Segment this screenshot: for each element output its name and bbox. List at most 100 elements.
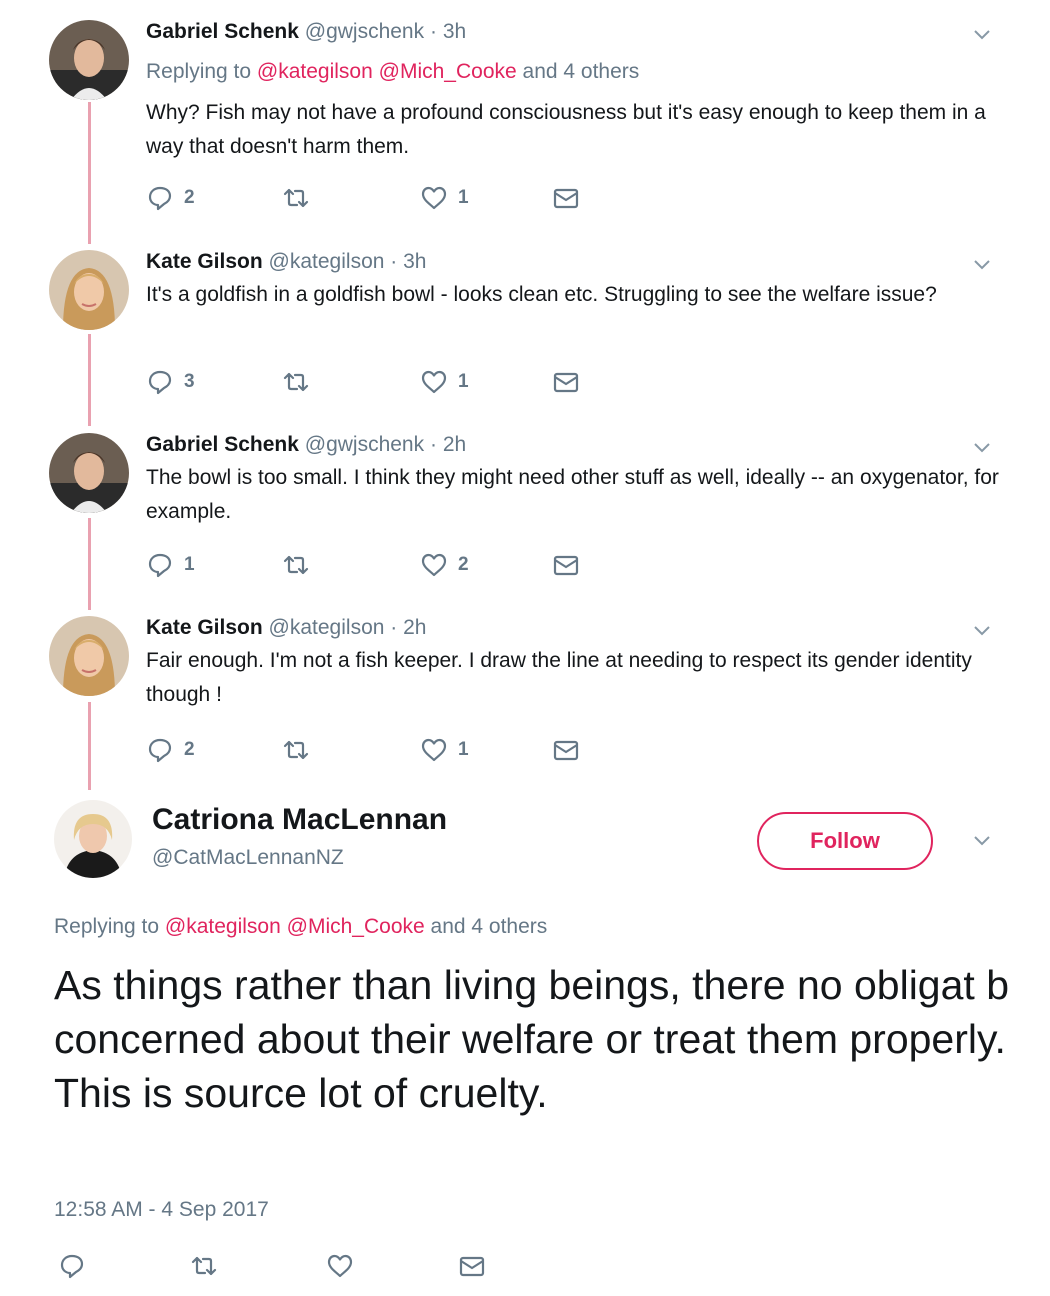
reply-button[interactable] — [58, 1248, 86, 1284]
like-icon — [420, 184, 448, 212]
reply-count: 2 — [184, 739, 195, 760]
tweet-time[interactable]: 2h — [443, 433, 466, 456]
like-icon — [326, 1252, 354, 1280]
like-count: 1 — [458, 739, 469, 760]
like-button[interactable]: 1 — [420, 181, 469, 215]
like-button[interactable]: 2 — [420, 548, 469, 582]
tweet-text: Why? Fish may not have a profound consci… — [146, 101, 986, 158]
main-user-name[interactable]: Catriona MacLennan — [152, 803, 447, 837]
reply-count: 2 — [184, 187, 195, 208]
replying-to: Replying to @kategilson @Mich_Cooke and … — [146, 60, 639, 84]
tweet-actions: 2 1 — [146, 181, 606, 215]
mention-link[interactable]: @kategilson — [165, 915, 281, 938]
separator: · — [429, 20, 437, 43]
user-name[interactable]: Kate Gilson — [146, 616, 263, 639]
message-icon — [552, 551, 580, 579]
tweet-header: Gabriel Schenk @gwjschenk · 2h — [146, 433, 466, 457]
retweet-icon — [282, 184, 310, 212]
message-icon — [458, 1252, 486, 1280]
like-icon — [420, 551, 448, 579]
chevron-down-icon[interactable] — [970, 435, 994, 459]
message-button[interactable] — [458, 1248, 486, 1284]
retweet-button[interactable] — [282, 181, 310, 215]
user-handle[interactable]: @gwjschenk — [305, 20, 424, 43]
mention-link[interactable]: @kategilson — [257, 60, 373, 83]
follow-button[interactable]: Follow — [757, 812, 933, 870]
tweet-header: Kate Gilson @kategilson · 2h — [146, 616, 426, 640]
tweet-header: Kate Gilson @kategilson · 3h — [146, 250, 426, 274]
tweet-time[interactable]: 3h — [443, 20, 466, 43]
avatar[interactable] — [49, 433, 129, 513]
user-handle[interactable]: @kategilson — [269, 250, 385, 273]
tweet-timestamp[interactable]: 12:58 AM - 4 Sep 2017 — [54, 1198, 269, 1222]
retweet-icon — [190, 1252, 218, 1280]
retweet-button[interactable] — [282, 548, 310, 582]
tweet-actions — [54, 1248, 514, 1284]
user-name[interactable]: Gabriel Schenk — [146, 20, 299, 43]
like-button[interactable]: 1 — [420, 733, 469, 767]
reply-icon — [58, 1252, 86, 1280]
tweet-text: The bowl is too small. I think they migh… — [146, 466, 999, 523]
replying-suffix[interactable]: and 4 others — [431, 915, 548, 938]
reply-button[interactable]: 2 — [146, 181, 195, 215]
tweet-time[interactable]: 3h — [403, 250, 426, 273]
like-button[interactable] — [326, 1248, 354, 1284]
tweet-actions: 1 2 — [146, 548, 606, 582]
message-icon — [552, 368, 580, 396]
like-count: 2 — [458, 554, 469, 575]
reply-icon — [146, 551, 174, 579]
thread-line — [88, 102, 91, 244]
retweet-icon — [282, 736, 310, 764]
tweet-text: Fair enough. I'm not a fish keeper. I dr… — [146, 649, 972, 706]
tweet-header: Gabriel Schenk @gwjschenk · 3h — [146, 20, 466, 44]
mention-link[interactable]: @Mich_Cooke — [379, 60, 517, 83]
tweet-actions: 3 1 — [146, 365, 606, 399]
message-icon — [552, 184, 580, 212]
avatar[interactable] — [54, 800, 132, 878]
retweet-button[interactable] — [282, 733, 310, 767]
chevron-down-icon[interactable] — [970, 618, 994, 642]
reply-icon — [146, 736, 174, 764]
avatar[interactable] — [49, 616, 129, 696]
replying-to: Replying to @kategilson @Mich_Cooke and … — [54, 915, 547, 939]
thread-line — [88, 334, 91, 426]
retweet-button[interactable] — [282, 365, 310, 399]
reply-icon — [146, 184, 174, 212]
retweet-icon — [282, 551, 310, 579]
tweet-time[interactable]: 2h — [403, 616, 426, 639]
avatar[interactable] — [49, 250, 129, 330]
like-count: 1 — [458, 187, 469, 208]
message-button[interactable] — [552, 548, 580, 582]
chevron-down-icon[interactable] — [970, 828, 994, 852]
mention-link[interactable]: @Mich_Cooke — [287, 915, 425, 938]
message-icon — [552, 736, 580, 764]
message-button[interactable] — [552, 181, 580, 215]
message-button[interactable] — [552, 733, 580, 767]
tweet-text: It's a goldfish in a goldfish bowl - loo… — [146, 283, 937, 306]
main-user-handle[interactable]: @CatMacLennanNZ — [152, 846, 344, 870]
like-count: 1 — [458, 371, 469, 392]
user-name[interactable]: Kate Gilson — [146, 250, 263, 273]
separator: · — [429, 433, 437, 456]
reply-button[interactable]: 1 — [146, 548, 195, 582]
retweet-icon — [282, 368, 310, 396]
replying-suffix[interactable]: and 4 others — [523, 60, 640, 83]
reply-icon — [146, 368, 174, 396]
reply-count: 3 — [184, 371, 195, 392]
reply-button[interactable]: 2 — [146, 733, 195, 767]
chevron-down-icon[interactable] — [970, 22, 994, 46]
thread-line — [88, 518, 91, 610]
thread-line — [88, 702, 91, 790]
retweet-button[interactable] — [190, 1248, 218, 1284]
like-button[interactable]: 1 — [420, 365, 469, 399]
message-button[interactable] — [552, 365, 580, 399]
user-handle[interactable]: @gwjschenk — [305, 433, 424, 456]
main-tweet-text: As things rather than living beings, the… — [54, 962, 1009, 1116]
avatar[interactable] — [49, 20, 129, 100]
user-name[interactable]: Gabriel Schenk — [146, 433, 299, 456]
reply-button[interactable]: 3 — [146, 365, 195, 399]
replying-prefix: Replying to — [146, 60, 252, 83]
tweet-actions: 2 1 — [146, 733, 606, 767]
chevron-down-icon[interactable] — [970, 252, 994, 276]
user-handle[interactable]: @kategilson — [269, 616, 385, 639]
